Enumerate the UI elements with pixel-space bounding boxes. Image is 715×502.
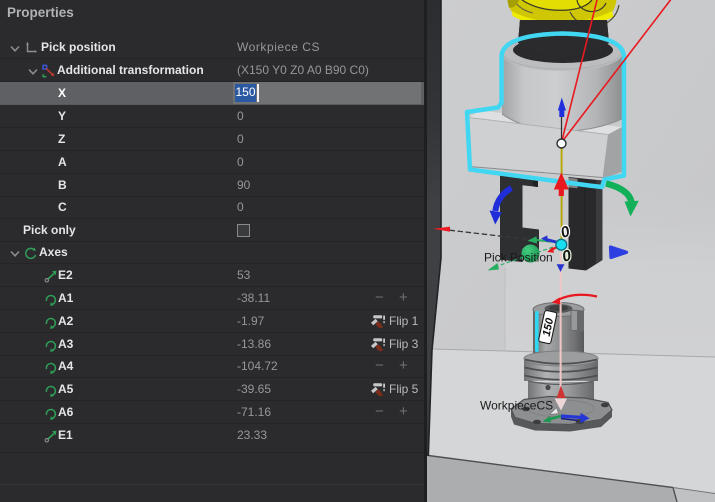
svg-text:WorkpieceCS: WorkpieceCS: [480, 399, 553, 413]
svg-text:Pick Position: Pick Position: [484, 251, 553, 265]
